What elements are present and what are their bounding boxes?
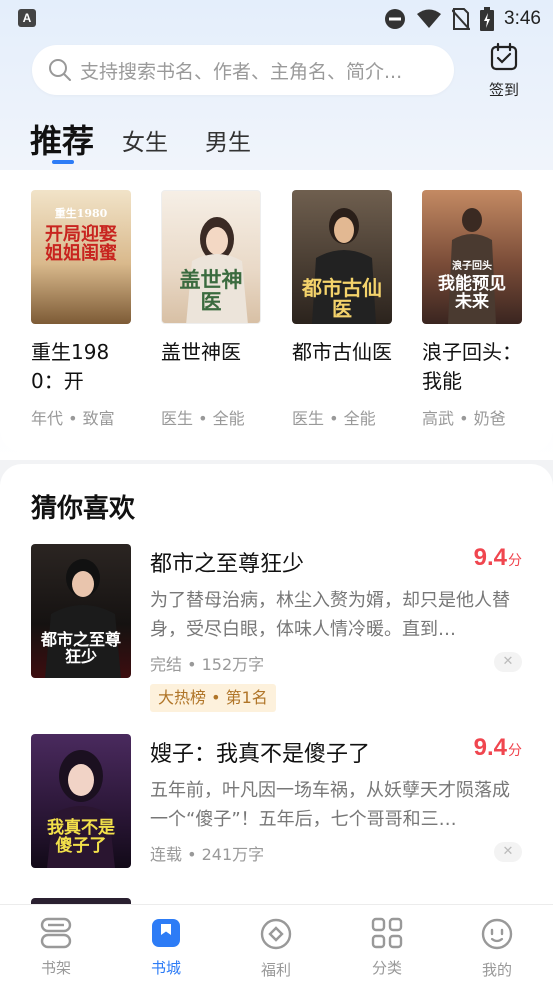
book-card[interactable]: 重生1980 开局迎娶姐姐闺蜜 重生1980：开 年代 • 致富 (31, 190, 131, 429)
bookshelf-icon (40, 917, 72, 949)
category-icon (371, 917, 403, 949)
book-card[interactable]: 都市古仙医 都市古仙医 医生 • 全能 (292, 190, 392, 429)
nav-item-bookshelf[interactable]: 书架 (16, 917, 96, 978)
dismiss-button[interactable]: ✕ (494, 652, 522, 672)
book-card[interactable]: 盖世神医 盖世神医 医生 • 全能 (161, 190, 261, 429)
book-description: 五年前，叶凡因一场车祸，从妖孽天才陨落成一个“傻子”！五年后，七个哥哥和三… (150, 780, 510, 830)
cover-badge: 重生1980 (54, 207, 108, 220)
bottom-nav: 书架 书城 福利 分类 我的 (0, 904, 553, 983)
cover-title: 盖世神医 (179, 267, 243, 315)
book-cover: 我真不是傻子了 (31, 734, 131, 868)
book-title: 重生1980：开 (31, 340, 110, 393)
search-input[interactable]: 支持搜索书名、作者、主角名、简介... (32, 45, 454, 95)
book-title: 嫂子：我真不是傻子了 (150, 742, 371, 767)
book-cover: 重生1980 开局迎娶姐姐闺蜜 (31, 190, 131, 324)
recommended-section: 重生1980 开局迎娶姐姐闺蜜 重生1980：开 年代 • 致富 盖世神医 盖世… (0, 170, 553, 452)
book-tags: 年代 • 致富 (31, 409, 115, 428)
tab-female[interactable]: 女生 (122, 123, 168, 157)
tab-recommended[interactable]: 推荐 (30, 116, 94, 162)
bookstore-icon (152, 919, 180, 947)
cover-title: 都市古仙医 (302, 276, 382, 321)
nav-label: 我的 (481, 961, 512, 979)
book-score: 9.4分 (473, 544, 522, 571)
calendar-check-icon (490, 42, 518, 71)
nav-item-category[interactable]: 分类 (347, 917, 427, 978)
rank-badge: 大热榜 • 第1名 (150, 684, 276, 712)
book-title: 都市古仙医 (292, 340, 392, 364)
active-tab-indicator (52, 160, 74, 164)
search-icon (49, 59, 71, 81)
book-cover: 都市古仙医 (292, 190, 392, 324)
cover-title: 都市之至尊狂少 (40, 630, 121, 666)
search-placeholder: 支持搜索书名、作者、主角名、简介... (80, 60, 403, 83)
dnd-icon (385, 9, 406, 29)
book-meta: 完结 • 152万字 (150, 655, 265, 674)
app-notification-icon: A (18, 9, 36, 27)
book-title: 浪子回头：我能 (422, 340, 522, 393)
book-tags: 高武 • 奶爸 (422, 409, 506, 428)
cover-badge: 浪子回头 (452, 261, 492, 272)
dismiss-button[interactable]: ✕ (494, 842, 522, 862)
status-bar: A 3:46 (0, 0, 553, 38)
status-icons: 3:46 (384, 5, 541, 33)
checkin-label: 签到 (488, 81, 519, 99)
battery-charging-icon (480, 7, 495, 31)
wifi-icon (417, 9, 442, 28)
section-title: 猜你喜欢 (31, 494, 136, 524)
book-card[interactable]: 浪子回头 我能预见未来 浪子回头：我能 高武 • 奶爸 (422, 190, 522, 429)
guess-section: 猜你喜欢 都市之至尊狂少 都市之至尊狂少 9.4分 为了替母治病，林尘入赘为婿，… (0, 464, 553, 929)
book-cover: 盖世神医 (161, 190, 261, 324)
book-cover: 都市之至尊狂少 (31, 544, 131, 678)
nav-label: 分类 (371, 959, 402, 977)
nav-item-bookstore[interactable]: 书城 (126, 917, 206, 978)
cover-title: 我能预见未来 (438, 274, 506, 312)
gift-icon (260, 918, 292, 950)
book-tags: 医生 • 全能 (161, 409, 245, 428)
checkin-button[interactable]: 签到 (481, 42, 527, 100)
list-item[interactable]: 都市之至尊狂少 都市之至尊狂少 9.4分 为了替母治病，林尘入赘为婿，却只是他人… (0, 544, 553, 714)
nav-label: 福利 (260, 961, 291, 979)
cover-title: 我真不是傻子了 (47, 818, 115, 856)
nav-label: 书城 (150, 959, 181, 977)
list-item[interactable]: 我真不是傻子了 嫂子：我真不是傻子了 9.4分 五年前，叶凡因一场车祸，从妖孽天… (0, 734, 553, 874)
book-tags: 医生 • 全能 (292, 409, 376, 428)
nav-item-welfare[interactable]: 福利 (236, 917, 316, 980)
book-title: 都市之至尊狂少 (150, 552, 305, 577)
clock: 3:46 (504, 8, 541, 29)
nav-item-profile[interactable]: 我的 (457, 917, 537, 980)
profile-icon (481, 918, 513, 950)
cover-title: 开局迎娶姐姐闺蜜 (45, 224, 117, 264)
book-meta: 连载 • 241万字 (150, 845, 265, 864)
tab-male[interactable]: 男生 (205, 123, 251, 157)
nav-label: 书架 (40, 959, 71, 977)
book-cover: 浪子回头 我能预见未来 (422, 190, 522, 324)
no-sim-icon (452, 8, 471, 30)
book-score: 9.4分 (473, 734, 522, 761)
book-description: 为了替母治病，林尘入赘为婿，却只是他人替身，受尽白眼，体味人情冷暖。直到… (150, 590, 510, 640)
book-title: 盖世神医 (161, 340, 241, 364)
